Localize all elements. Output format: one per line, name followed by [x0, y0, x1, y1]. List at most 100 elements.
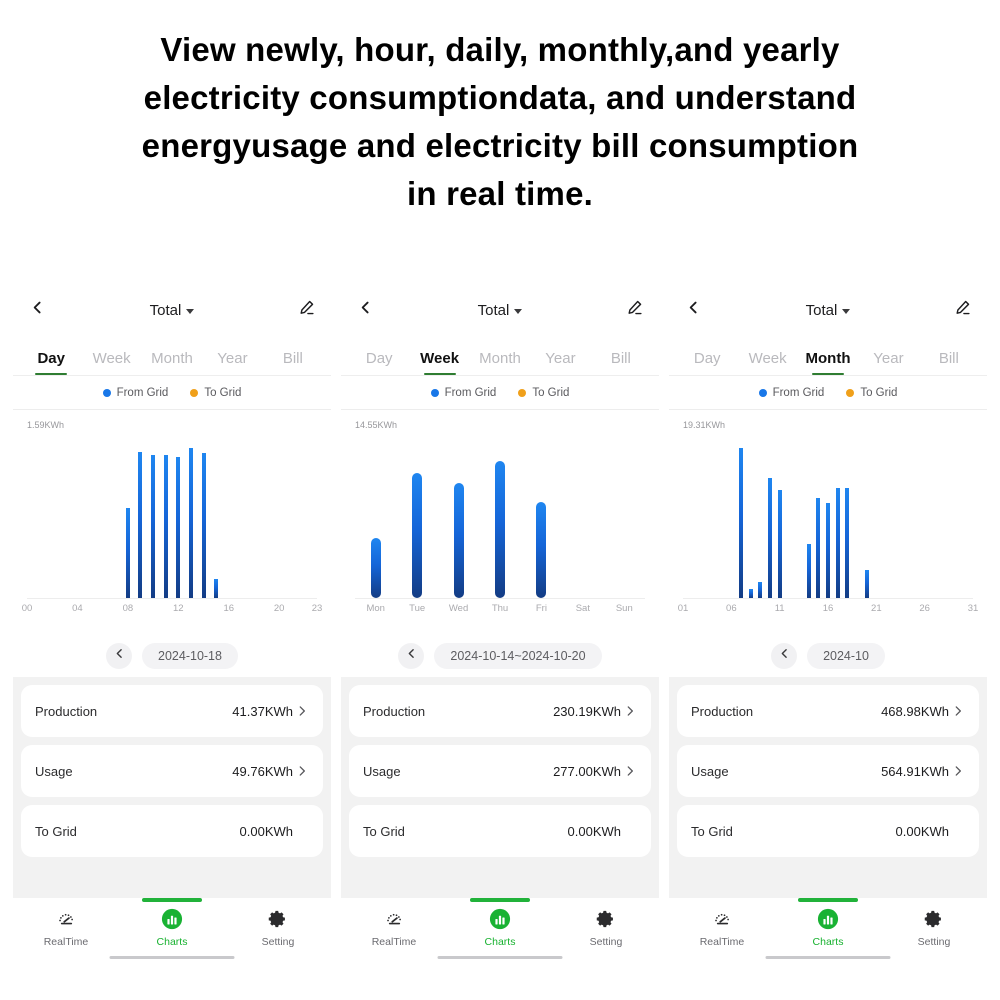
bottom-nav-charts[interactable]: Charts	[119, 908, 225, 948]
tab-day[interactable]: Day	[677, 350, 737, 375]
tab-week[interactable]: Week	[81, 350, 141, 375]
summary-row-to-grid: To Grid0.00KWh	[349, 805, 651, 857]
chevron-right-icon	[949, 704, 965, 718]
summary-row-production[interactable]: Production468.98KWh	[677, 685, 979, 737]
tab-day[interactable]: Day	[349, 350, 409, 375]
date-range-pill[interactable]: 2024-10-18	[142, 643, 238, 669]
chevron-right-icon	[293, 764, 309, 778]
tab-label: Day	[366, 350, 393, 367]
period-tabs: Day Week Month YearBill	[13, 334, 331, 376]
summary-row-label: Usage	[35, 764, 232, 779]
summary-row-production[interactable]: Production230.19KWh	[349, 685, 651, 737]
tab-day[interactable]: Day	[21, 350, 81, 375]
summary-row-usage[interactable]: Usage564.91KWh	[677, 745, 979, 797]
previous-period-button[interactable]	[771, 643, 797, 669]
tab-week[interactable]: Week	[409, 350, 469, 375]
axis-tick-label: Sun	[616, 603, 633, 614]
tab-bill[interactable]: Bill	[591, 350, 651, 375]
bottom-nav-label: Charts	[157, 936, 188, 948]
chevron-left-icon	[405, 647, 418, 665]
legend-dot-blue-icon	[431, 389, 439, 397]
summary-row-value: 564.91KWh	[881, 764, 949, 779]
gear-icon	[596, 908, 616, 930]
previous-period-button[interactable]	[398, 643, 424, 669]
plant-selector[interactable]: Total	[55, 302, 289, 319]
chevron-down-icon	[514, 309, 522, 314]
bar	[176, 457, 180, 599]
bottom-nav-charts[interactable]: Charts	[775, 908, 881, 948]
tab-year[interactable]: Year	[202, 350, 262, 375]
tab-label: Month	[151, 350, 193, 367]
tab-label: Month	[806, 350, 851, 367]
tab-bill[interactable]: Bill	[263, 350, 323, 375]
plant-selector[interactable]: Total	[383, 302, 617, 319]
legend-item-from-grid: From Grid	[103, 387, 169, 399]
gauge-icon	[56, 908, 77, 930]
chevron-left-icon	[685, 299, 702, 321]
summary-row-production[interactable]: Production41.37KWh	[21, 685, 323, 737]
back-button[interactable]	[685, 299, 711, 321]
bar-chart-icon	[489, 908, 511, 930]
home-indicator	[110, 956, 235, 959]
date-range-pill[interactable]: 2024-10-14~2024-10-20	[434, 643, 601, 669]
tab-month[interactable]: Month	[142, 350, 202, 375]
bottom-nav-realtime[interactable]: RealTime	[669, 908, 775, 948]
date-navigator: 2024-10-14~2024-10-20	[341, 635, 659, 677]
active-tab-indicator	[798, 898, 858, 902]
bottom-nav-label: Setting	[918, 936, 951, 948]
edit-button[interactable]	[289, 299, 315, 321]
bar	[836, 488, 840, 598]
edit-button[interactable]	[617, 299, 643, 321]
bar	[826, 503, 830, 598]
tab-month[interactable]: Month	[470, 350, 530, 375]
bottom-nav-charts[interactable]: Charts	[447, 908, 553, 948]
back-button[interactable]	[29, 299, 55, 321]
bottom-nav-label: Setting	[590, 936, 623, 948]
legend-item-to-grid: To Grid	[190, 387, 241, 399]
tab-year[interactable]: Year	[858, 350, 918, 375]
tab-month[interactable]: Month	[798, 350, 858, 375]
edit-button[interactable]	[945, 299, 971, 321]
plant-selector[interactable]: Total	[711, 302, 945, 319]
tab-label: Week	[93, 350, 131, 367]
axis-tick-label: 01	[678, 603, 689, 614]
bottom-nav-realtime[interactable]: RealTime	[13, 908, 119, 948]
chart-legend: From Grid To Grid	[13, 376, 331, 410]
pencil-edit-icon	[626, 299, 643, 321]
back-button[interactable]	[357, 299, 383, 321]
legend-dot-orange-icon	[518, 389, 526, 397]
home-indicator	[766, 956, 891, 959]
bottom-nav-realtime[interactable]: RealTime	[341, 908, 447, 948]
chevron-left-icon	[357, 299, 374, 321]
summary-row-usage[interactable]: Usage277.00KWh	[349, 745, 651, 797]
gear-icon	[268, 908, 288, 930]
bar	[749, 589, 753, 598]
tab-year[interactable]: Year	[530, 350, 590, 375]
bottom-navigation: RealTime Charts Setting	[13, 898, 331, 970]
bottom-nav-setting[interactable]: Setting	[553, 908, 659, 948]
chevron-down-icon	[186, 309, 194, 314]
pencil-edit-icon	[298, 299, 315, 321]
active-tab-indicator	[470, 898, 530, 902]
legend-dot-orange-icon	[846, 389, 854, 397]
date-range-pill[interactable]: 2024-10	[807, 643, 885, 669]
date-range-label: 2024-10-14~2024-10-20	[450, 649, 585, 663]
previous-period-button[interactable]	[106, 643, 132, 669]
navbar: Total	[341, 286, 659, 334]
tab-week[interactable]: Week	[737, 350, 797, 375]
axis-tick-label: 26	[919, 603, 930, 614]
tab-bill[interactable]: Bill	[919, 350, 979, 375]
bar	[758, 582, 762, 598]
chevron-right-icon	[621, 764, 637, 778]
bar	[138, 452, 142, 598]
bottom-nav-setting[interactable]: Setting	[225, 908, 331, 948]
legend-dot-orange-icon	[190, 389, 198, 397]
bar	[778, 490, 782, 598]
chevron-left-icon	[113, 647, 126, 665]
legend-item-to-grid: To Grid	[518, 387, 569, 399]
axis-tick-label: 16	[823, 603, 834, 614]
bottom-nav-setting[interactable]: Setting	[881, 908, 987, 948]
legend-label-to-grid: To Grid	[204, 387, 241, 399]
axis-tick-label: 06	[726, 603, 737, 614]
summary-row-usage[interactable]: Usage49.76KWh	[21, 745, 323, 797]
